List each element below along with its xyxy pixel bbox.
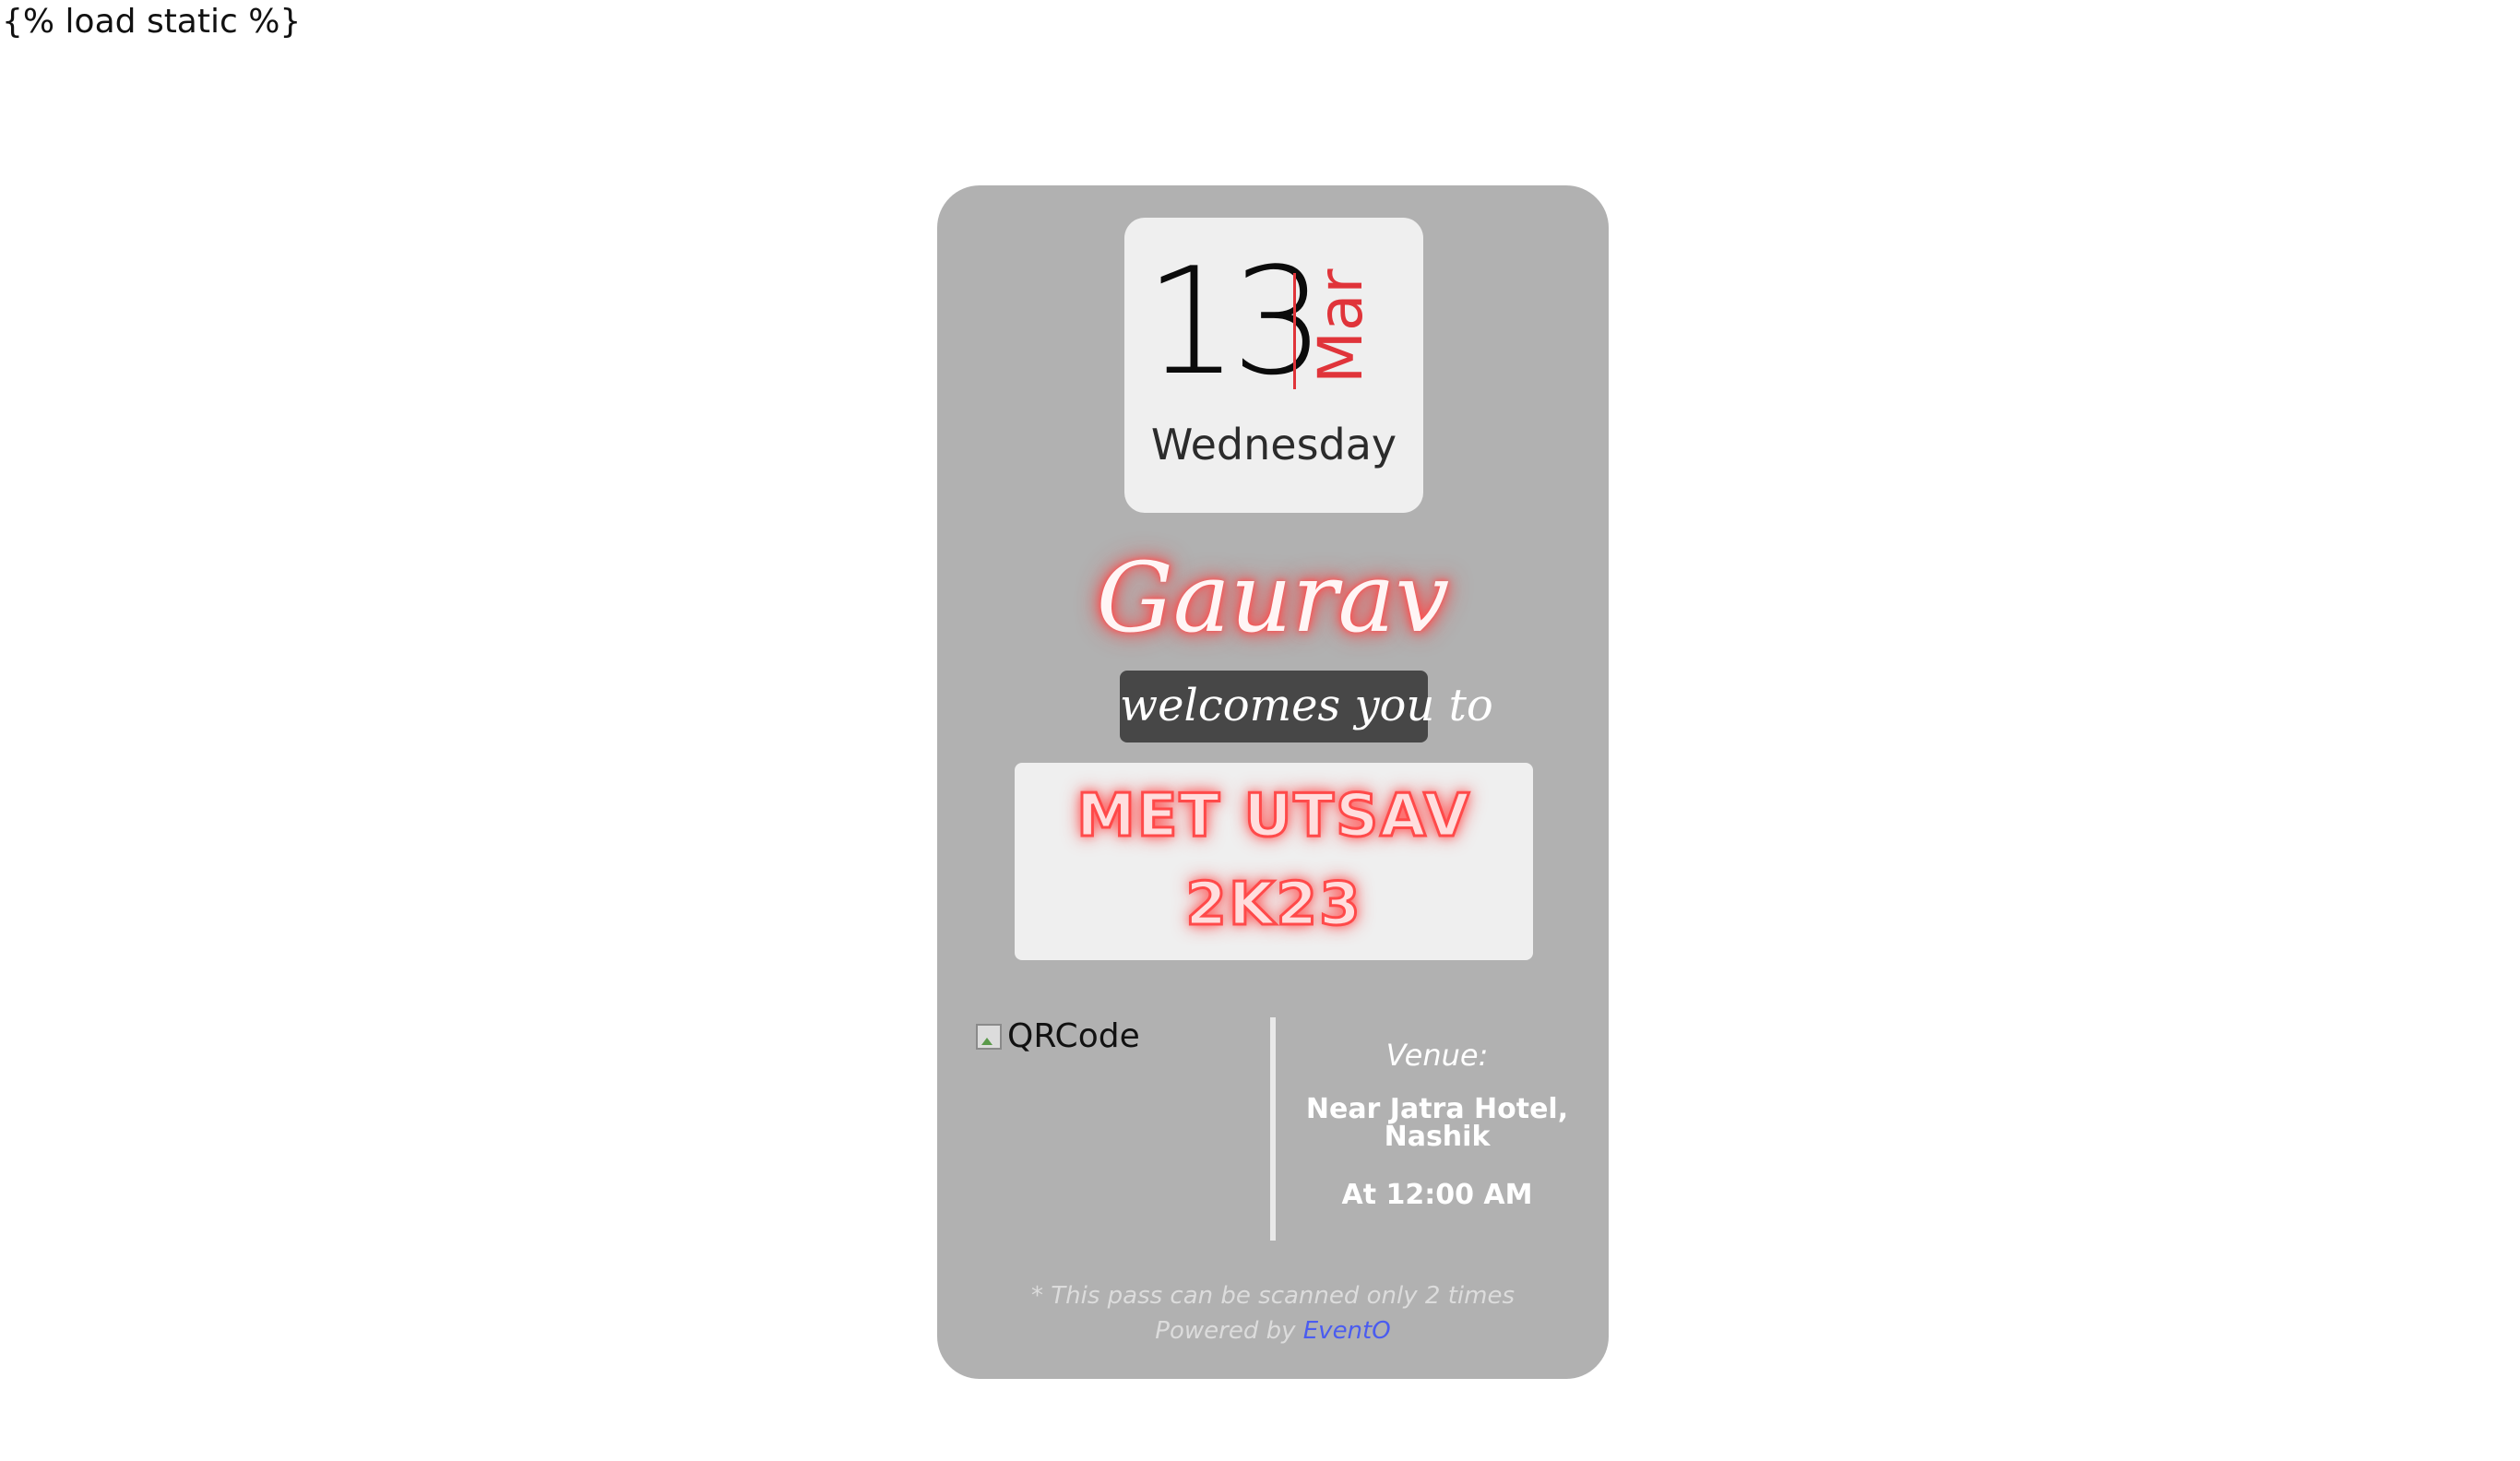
qr-code-image: QRCode bbox=[976, 1018, 1216, 1055]
vertical-divider bbox=[1270, 1017, 1276, 1241]
venue-details: Venue: Near Jatra Hotel, Nashik At 12:00… bbox=[1293, 1037, 1581, 1212]
event-title-box: MET UTSAV 2K23 bbox=[1015, 763, 1533, 960]
broken-image-icon bbox=[976, 1024, 1002, 1050]
date-month: Mar bbox=[1305, 268, 1376, 384]
welcome-badge: welcomes you to bbox=[1120, 671, 1493, 742]
venue-address: Near Jatra Hotel, Nashik bbox=[1305, 1093, 1569, 1153]
scan-limit-note: * This pass can be scanned only 2 times bbox=[1030, 1282, 1516, 1310]
date-box: 13 Mar Wednesday bbox=[1124, 218, 1423, 513]
qr-code-alt-text: QRCode bbox=[1007, 1017, 1140, 1055]
template-tag-text: {% load static %} bbox=[2, 3, 302, 41]
powered-by-label: Powered by bbox=[1155, 1317, 1296, 1345]
host-name: Gaurav bbox=[1096, 541, 1450, 654]
event-pass-card: 13 Mar Wednesday Gaurav welcomes you to … bbox=[937, 185, 1609, 1379]
powered-by-line: Powered by EventO bbox=[937, 1314, 1609, 1348]
date-day: 13 bbox=[1145, 235, 1325, 408]
event-title-line-1: MET UTSAV bbox=[1076, 781, 1471, 852]
date-weekday: Wednesday bbox=[1150, 420, 1397, 469]
venue-label: Venue: bbox=[1385, 1038, 1489, 1073]
evento-brand-link[interactable]: EventO bbox=[1303, 1317, 1391, 1345]
event-title-line-2: 2K23 bbox=[1184, 870, 1362, 941]
date-divider bbox=[1293, 273, 1296, 389]
venue-time: At 12:00 AM bbox=[1341, 1179, 1533, 1211]
